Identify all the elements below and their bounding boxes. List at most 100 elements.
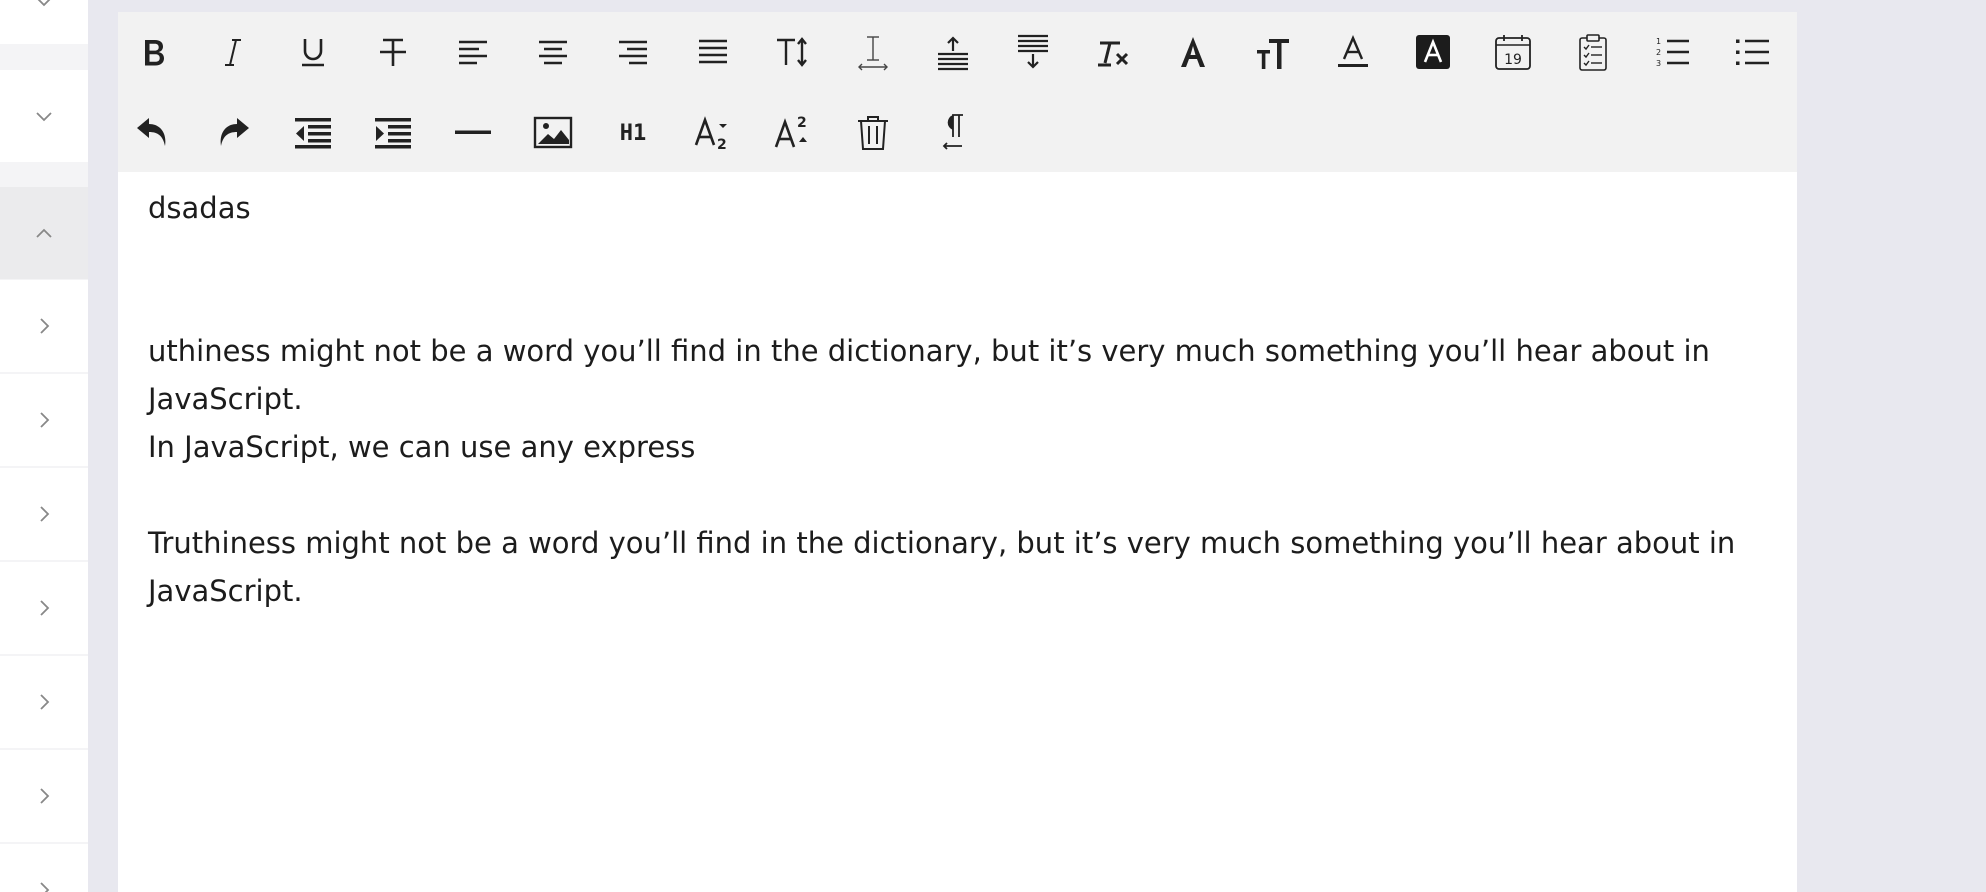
paragraph-3: In JavaScript, we can use any express	[148, 430, 696, 464]
italic-icon	[225, 39, 241, 66]
line-height-down-icon	[1018, 34, 1048, 69]
chevron-down-icon	[37, 0, 51, 7]
sidebar-item-1[interactable]	[0, 0, 88, 44]
undo-icon	[137, 118, 166, 146]
chevron-right-icon	[40, 882, 50, 892]
undo-button[interactable]	[131, 110, 175, 154]
sidebar-item-8[interactable]	[0, 656, 88, 748]
editor-content[interactable]: dsadas uthiness might not be a word you’…	[148, 184, 1768, 615]
text-size-button[interactable]	[1251, 30, 1295, 74]
font-color-button[interactable]	[1331, 30, 1375, 74]
font-family-button[interactable]	[1171, 30, 1215, 74]
letter-spacing-button[interactable]	[851, 30, 895, 74]
paragraph-button[interactable]	[931, 110, 975, 154]
image-icon	[533, 116, 573, 149]
redo-icon	[220, 118, 249, 146]
indent-button[interactable]	[371, 110, 415, 154]
line-height-up-button[interactable]	[931, 30, 975, 74]
line-height-up-icon	[938, 36, 968, 71]
sidebar	[0, 0, 88, 892]
chevron-right-icon	[40, 788, 50, 804]
chevron-right-icon	[40, 694, 50, 710]
calendar-button[interactable]: 19	[1491, 30, 1535, 74]
background-color-icon	[1416, 35, 1450, 69]
ordered-list-button[interactable]: 1 2 3	[1651, 30, 1695, 74]
heading-label: H1	[620, 121, 647, 146]
background-color-button[interactable]	[1411, 30, 1455, 74]
empty-line	[148, 232, 1768, 280]
font-size-button[interactable]	[771, 30, 815, 74]
clear-format-button[interactable]	[1091, 30, 1135, 74]
sidebar-item-5[interactable]	[0, 374, 88, 466]
indent-icon	[375, 118, 411, 149]
sidebar-item-9[interactable]	[0, 750, 88, 842]
clear-format-icon	[1098, 41, 1129, 67]
align-center-button[interactable]	[531, 30, 575, 74]
page: 19 1 2 3 H1 2 2 dsadas uthiness might not …	[0, 0, 1986, 892]
rich-text-editor: 19 1 2 3 H1 2 2 dsadas uthiness might not …	[118, 12, 1797, 892]
toolbar-row-2: H1 2 2	[118, 92, 1002, 172]
paragraph-2: uthiness might not be a word you’ll find…	[148, 334, 1710, 416]
subscript-icon: 2	[694, 116, 727, 152]
delete-button[interactable]	[851, 110, 895, 154]
svg-text:2: 2	[717, 137, 727, 152]
chevron-right-icon	[40, 600, 50, 616]
sidebar-item-7[interactable]	[0, 562, 88, 654]
subscript-button[interactable]: 2	[691, 110, 735, 154]
svg-text:2: 2	[797, 115, 807, 131]
italic-button[interactable]	[211, 30, 255, 74]
bold-button[interactable]	[131, 30, 175, 74]
text-size-icon	[1257, 39, 1289, 69]
chevron-right-icon	[40, 412, 50, 428]
chevron-right-icon	[40, 506, 50, 522]
align-left-icon	[459, 40, 487, 65]
image-button[interactable]	[531, 110, 575, 154]
heading-icon: H1	[620, 121, 647, 146]
calendar-icon: 19	[1495, 35, 1531, 70]
unordered-list-icon	[1736, 39, 1769, 65]
paragraph-4: Truthiness might not be a word you’ll fi…	[148, 526, 1736, 608]
toolbar-row-1: 19 1 2 3	[118, 12, 1802, 92]
empty-line-3	[148, 471, 1768, 519]
sidebar-item-3[interactable]	[0, 187, 88, 279]
editor-toolbar: 19 1 2 3 H1 2 2	[118, 12, 1797, 172]
align-justify-button[interactable]	[691, 30, 735, 74]
sidebar-item-2[interactable]	[0, 70, 88, 162]
strikethrough-icon	[380, 38, 406, 66]
font-color-icon	[1338, 34, 1368, 67]
heading-button[interactable]: H1	[611, 110, 655, 154]
outdent-icon	[295, 118, 331, 149]
line-height-down-button[interactable]	[1011, 30, 1055, 74]
calendar-day-text: 19	[1504, 52, 1522, 68]
svg-text:1: 1	[1656, 37, 1661, 46]
horizontal-rule-button[interactable]	[451, 110, 495, 154]
underline-button[interactable]	[291, 30, 335, 74]
outdent-button[interactable]	[291, 110, 335, 154]
svg-text:3: 3	[1656, 59, 1661, 68]
letter-spacing-icon	[858, 36, 888, 71]
align-right-button[interactable]	[611, 30, 655, 74]
clipboard-icon	[1579, 34, 1607, 71]
font-size-icon	[777, 37, 807, 67]
underline-icon	[302, 39, 324, 67]
delete-icon	[858, 116, 888, 150]
align-justify-icon	[699, 39, 727, 64]
align-left-button[interactable]	[451, 30, 495, 74]
chevron-down-icon	[36, 112, 52, 122]
strikethrough-button[interactable]	[371, 30, 415, 74]
checklist-button[interactable]	[1571, 30, 1615, 74]
unordered-list-button[interactable]	[1731, 30, 1775, 74]
superscript-icon: 2	[774, 115, 807, 148]
sidebar-item-4[interactable]	[0, 280, 88, 372]
paragraph-icon	[942, 114, 963, 150]
svg-text:2: 2	[1656, 48, 1661, 57]
superscript-button[interactable]: 2	[771, 110, 815, 154]
chevron-up-icon	[36, 228, 52, 238]
sidebar-item-6[interactable]	[0, 468, 88, 560]
chevron-right-icon	[40, 318, 50, 334]
sidebar-item-10[interactable]	[0, 844, 88, 892]
align-center-icon	[539, 40, 567, 65]
redo-button[interactable]	[211, 110, 255, 154]
paragraph-1: dsadas	[148, 191, 251, 225]
ordered-list-icon: 1 2 3	[1656, 37, 1689, 68]
